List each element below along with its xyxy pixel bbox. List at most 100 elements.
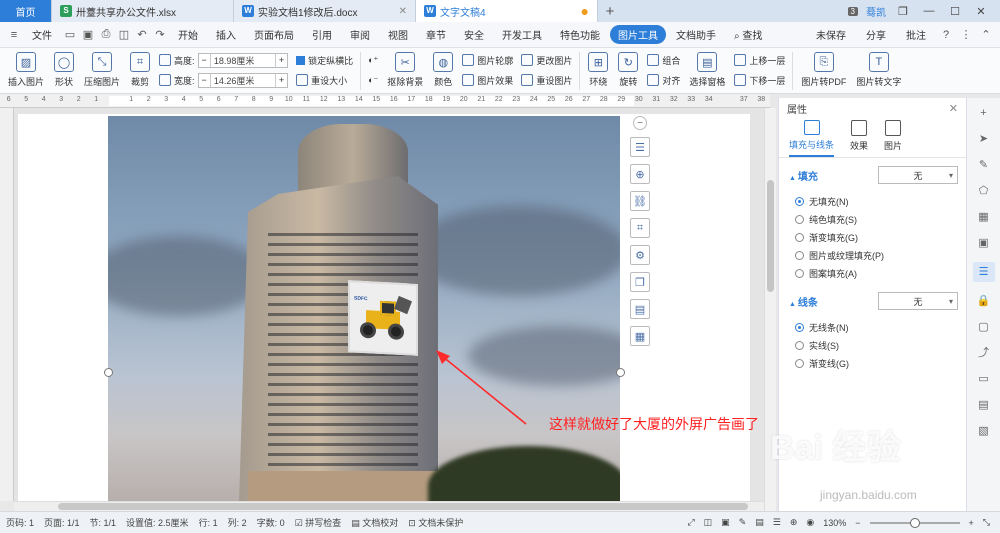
zoom-out-icon[interactable]: − xyxy=(855,518,860,528)
web-view-icon[interactable]: ⊕ xyxy=(790,517,798,528)
save-icon[interactable]: ▣ xyxy=(80,28,96,41)
hamburger-icon[interactable]: ≡ xyxy=(6,29,22,41)
picture-outline-button[interactable]: 图片轮廓 xyxy=(462,52,513,68)
menu-home[interactable]: 开始 xyxy=(170,25,206,44)
tab-home[interactable]: 首页 xyxy=(0,0,52,22)
width-decrement[interactable]: − xyxy=(199,75,210,85)
menu-review[interactable]: 审阅 xyxy=(342,25,378,44)
fill-picture-radio[interactable]: 图片或纹理填充(P) xyxy=(789,246,958,264)
menu-developer[interactable]: 开发工具 xyxy=(494,25,550,44)
open-icon[interactable]: ▭ xyxy=(62,28,78,41)
menu-features[interactable]: 特色功能 xyxy=(552,25,608,44)
more-icon[interactable]: ⋮ xyxy=(958,28,974,41)
line-dropdown[interactable]: 无 xyxy=(878,292,958,310)
resize-handle-right[interactable] xyxy=(616,368,625,377)
wrap-button[interactable]: ⊞ 环绕 xyxy=(584,50,612,90)
picture-to-text-button[interactable]: T 图片转文字 xyxy=(852,50,905,90)
resize-handle-left[interactable] xyxy=(104,368,113,377)
reset-picture-button[interactable]: 重设图片 xyxy=(521,72,572,88)
fit-icon[interactable]: ⤡ xyxy=(983,517,990,528)
read-mode-icon[interactable]: ◫ xyxy=(704,517,713,528)
print-icon[interactable]: ⎙ xyxy=(98,28,114,41)
unsaved-button[interactable]: 未保存 xyxy=(808,25,854,44)
close-window-icon[interactable]: ✕ xyxy=(972,5,990,18)
zoom-slider[interactable] xyxy=(869,517,960,528)
tab-document-1[interactable]: W 实验文档1修改后.docx ✕ xyxy=(234,0,416,22)
layout-options-icon[interactable]: ☰ xyxy=(630,137,650,157)
send-backward-button[interactable]: 下移一层 xyxy=(734,72,785,88)
collapse-icon[interactable]: ⌃ xyxy=(978,28,994,41)
page-view-icon[interactable]: ▤ xyxy=(755,517,764,528)
menu-chapter[interactable]: 章节 xyxy=(418,25,454,44)
shape-tool-icon[interactable]: ⬠ xyxy=(976,184,992,198)
print-layout-icon[interactable]: ▣ xyxy=(721,517,730,528)
insert-picture-button[interactable]: ▨ 插入图片 xyxy=(4,50,48,90)
share-button[interactable]: 分享 xyxy=(858,25,894,44)
protect-button[interactable]: ⊡ 文档未保护 xyxy=(408,516,463,529)
lock-icon[interactable]: 🔒 xyxy=(976,294,992,308)
menu-security[interactable]: 安全 xyxy=(456,25,492,44)
fill-none-radio[interactable]: 无填充(N) xyxy=(789,192,958,210)
menu-doc-assistant[interactable]: 文档助手 xyxy=(668,25,724,44)
menu-view[interactable]: 视图 xyxy=(380,25,416,44)
share-icon[interactable]: ⤴ xyxy=(976,346,992,360)
close-panel-icon[interactable]: ✕ xyxy=(949,102,958,115)
crop-tool-icon[interactable]: ⌗ xyxy=(630,218,650,238)
change-picture-button[interactable]: 更改图片 xyxy=(521,52,572,68)
compress-button[interactable]: ⤡ 压缩图片 xyxy=(80,50,124,90)
new-icon[interactable]: + xyxy=(976,106,992,120)
new-tab-button[interactable]: + xyxy=(598,0,622,22)
search-button[interactable]: ⌕ 查找 xyxy=(726,25,770,44)
contrast-up-icon[interactable]: ◐⁺ xyxy=(368,55,378,66)
user-name[interactable]: 蓦凯 xyxy=(866,4,886,19)
vertical-ruler[interactable] xyxy=(0,108,14,501)
color-button[interactable]: ◍ 颜色 xyxy=(429,50,457,90)
tab-effect[interactable]: 效果 xyxy=(850,120,868,157)
fill-dropdown[interactable]: 无 xyxy=(878,166,958,184)
menu-reference[interactable]: 引用 xyxy=(304,25,340,44)
height-decrement[interactable]: − xyxy=(199,55,210,65)
box-icon[interactable]: ▧ xyxy=(976,424,992,438)
tab-picture[interactable]: 图片 xyxy=(884,120,902,157)
fill-gradient-radio[interactable]: 渐变填充(G) xyxy=(789,228,958,246)
annotate-button[interactable]: 批注 xyxy=(898,25,934,44)
shape-button[interactable]: ◯ 形状 xyxy=(50,50,78,90)
line-solid-radio[interactable]: 实线(S) xyxy=(789,336,958,354)
unsaved-dot-icon[interactable]: ● xyxy=(581,3,589,19)
zoom-in-icon[interactable]: + xyxy=(969,518,974,528)
write-mode-icon[interactable]: ✎ xyxy=(739,517,747,528)
align-button[interactable]: 对齐 xyxy=(647,72,680,88)
picture-effect-button[interactable]: 图片效果 xyxy=(462,72,513,88)
document-canvas[interactable]: SDFC − ☰ ⊕ ⛓ ⌗ ⚙ ❐ ▤ ▦ 这样就做好了大厦的外屏广告画了 xyxy=(14,108,764,501)
pen-icon[interactable]: ✎ xyxy=(976,158,992,172)
horizontal-scrollbar[interactable] xyxy=(14,501,764,511)
menu-layout[interactable]: 页面布局 xyxy=(246,25,302,44)
billboard-ad-image[interactable]: SDFC xyxy=(348,280,418,356)
group-button[interactable]: 组合 xyxy=(647,52,680,68)
cursor-icon[interactable]: ➤ xyxy=(976,132,992,146)
width-increment[interactable]: + xyxy=(276,75,287,85)
picture-grid-icon[interactable]: ▦ xyxy=(630,326,650,346)
document-icon[interactable]: ▢ xyxy=(976,320,992,334)
rotate-button[interactable]: ↻ 旋转 xyxy=(614,50,642,90)
restore-icon[interactable]: ❐ xyxy=(894,5,912,18)
help-icon[interactable]: ? xyxy=(938,29,954,41)
width-stepper[interactable]: − 14.26厘米 + xyxy=(197,72,289,88)
line-gradient-radio[interactable]: 渐变线(G) xyxy=(789,354,958,372)
width-input[interactable]: 14.26厘米 xyxy=(209,73,276,87)
horizontal-ruler[interactable]: 6 5 4 3 2 1 1 2 3 4 5 6 7 8 9 10 11 12 13 14 15 16 17 18 19 20 21 2… xyxy=(0,94,770,108)
proof-button[interactable]: ▤ 文档校对 xyxy=(351,516,398,529)
word-count[interactable]: 字数: 0 xyxy=(257,516,285,529)
minimize-icon[interactable]: — xyxy=(920,5,938,17)
tab-fill-line[interactable]: 填充与线条 xyxy=(789,120,835,157)
fill-pattern-radio[interactable]: 图案填充(A) xyxy=(789,264,958,282)
crop-button[interactable]: ⌗ 裁剪 xyxy=(126,50,154,90)
zoom-icon[interactable]: ⊕ xyxy=(630,164,650,184)
undo-icon[interactable]: ↶ xyxy=(134,28,150,41)
link-icon[interactable]: ⛓ xyxy=(630,191,650,211)
fill-solid-radio[interactable]: 纯色填充(S) xyxy=(789,210,958,228)
line-section-toggle[interactable]: 线条 xyxy=(789,294,818,309)
outline-view-icon[interactable]: ☰ xyxy=(773,517,781,528)
height-increment[interactable]: + xyxy=(276,55,287,65)
tab-document-active[interactable]: W 文字文稿4 ● xyxy=(416,0,598,22)
